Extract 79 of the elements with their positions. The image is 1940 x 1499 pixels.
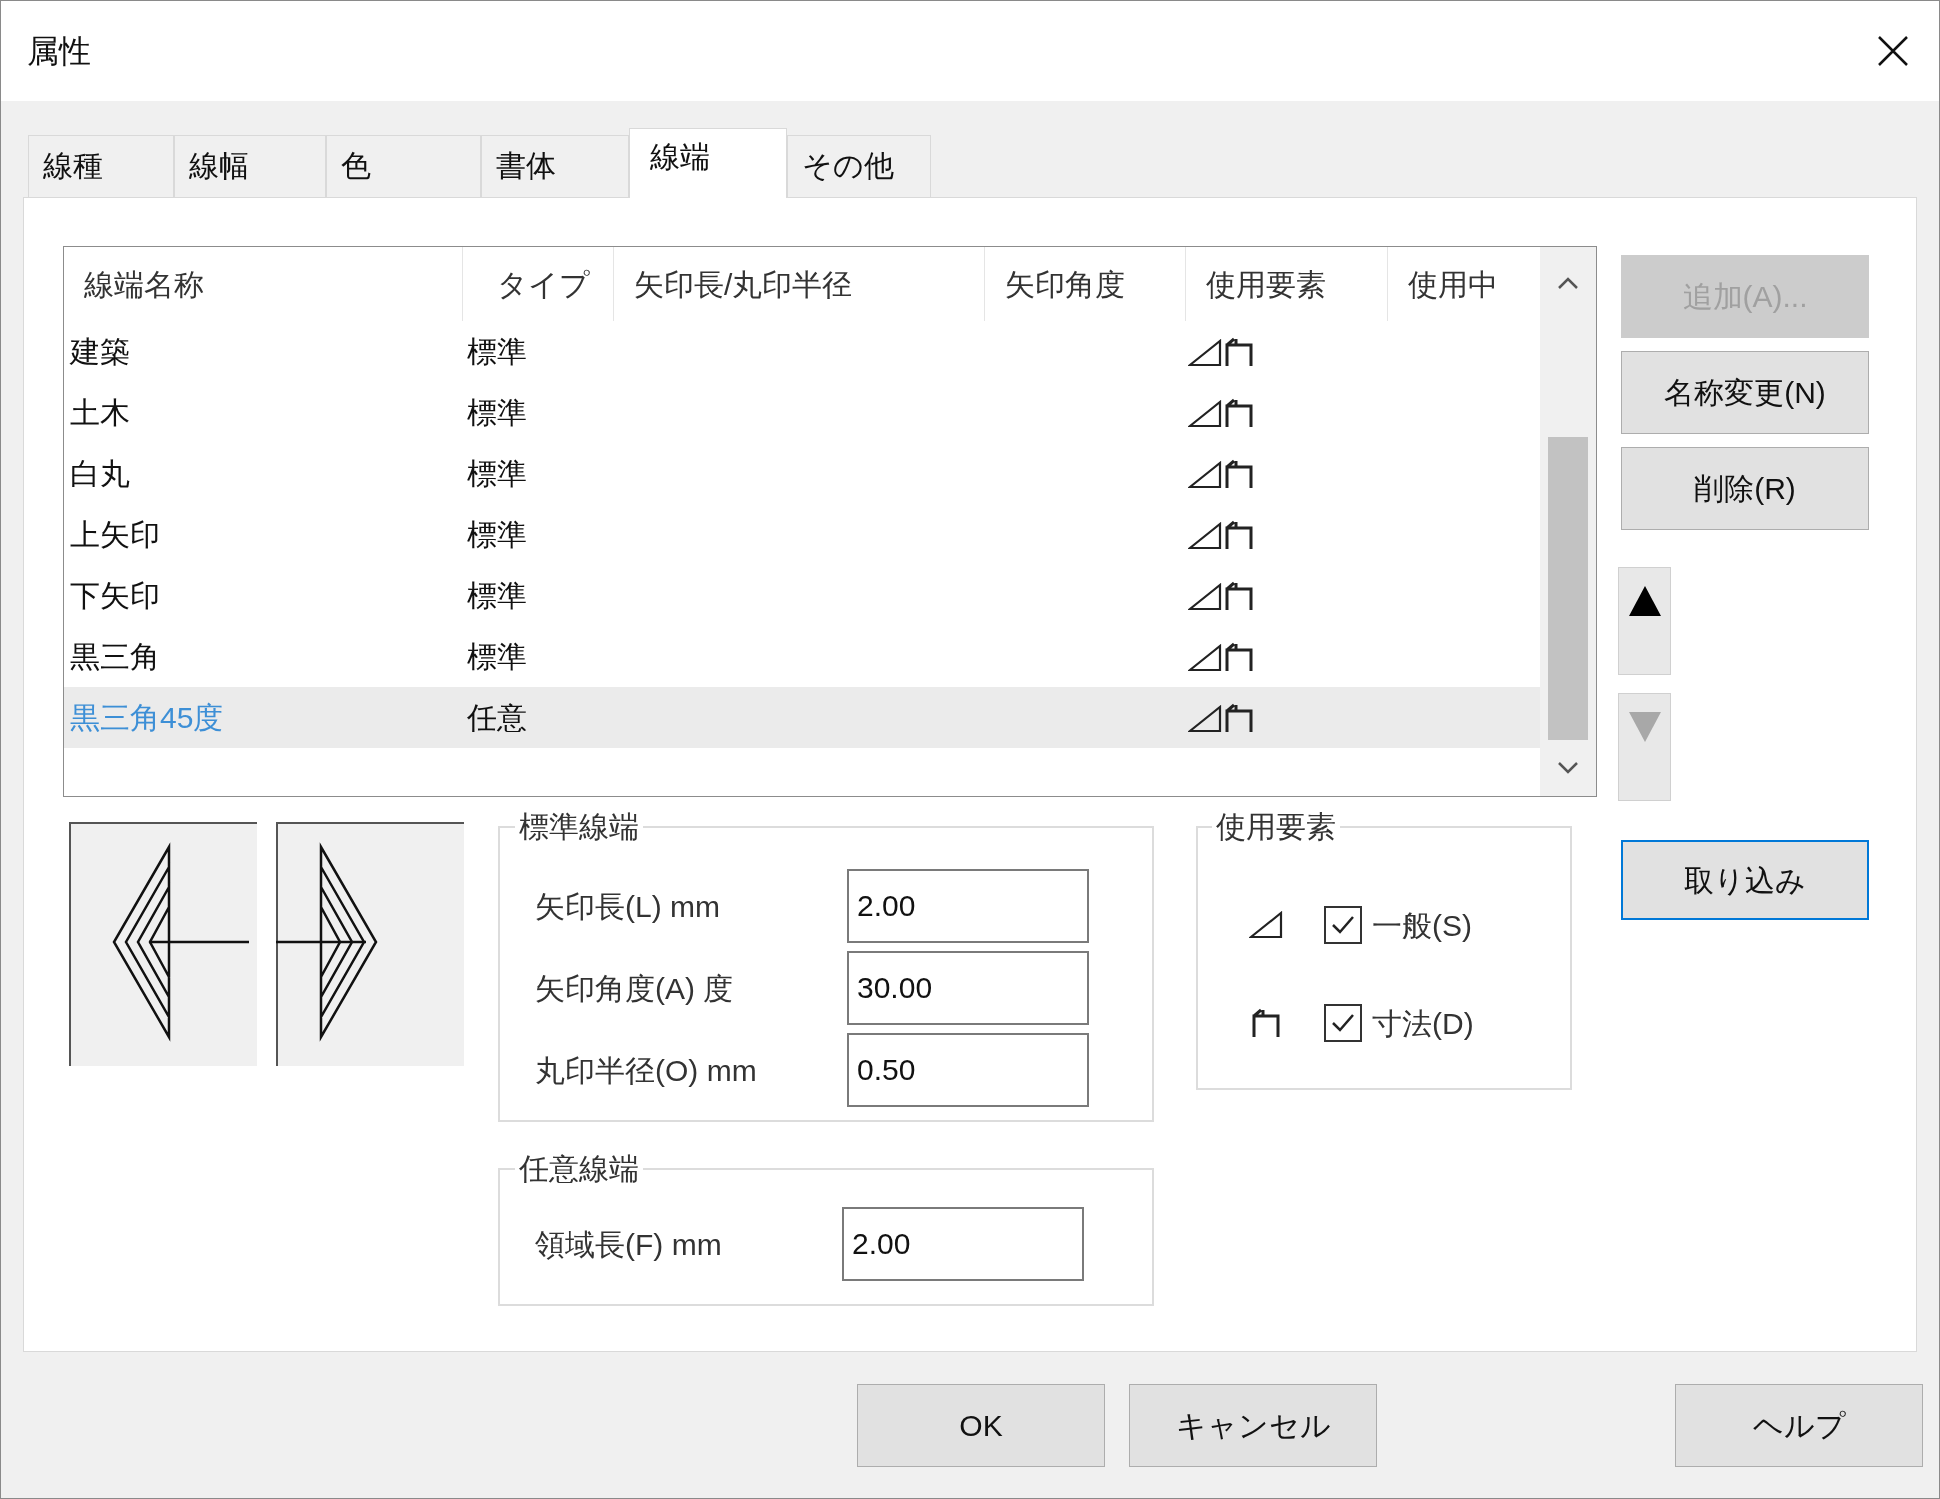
row-name: 黒三角: [69, 639, 161, 675]
row-name: 黒三角45度: [69, 700, 225, 736]
column-header[interactable]: 矢印角度: [985, 247, 1186, 321]
list-row[interactable]: 建築 標準: [64, 321, 1540, 382]
row-type: 任意: [466, 700, 528, 736]
list-row[interactable]: 上矢印 標準: [64, 504, 1540, 565]
triangle-icon: [1188, 399, 1222, 428]
tab[interactable]: 書体: [481, 135, 629, 197]
tab[interactable]: 線種: [28, 135, 174, 197]
move-up-button[interactable]: [1618, 567, 1671, 675]
up-triangle-icon: [1627, 584, 1662, 618]
tab[interactable]: その他: [787, 135, 931, 197]
list-row[interactable]: 黒三角 標準: [64, 626, 1540, 687]
bracket-icon: [1224, 519, 1254, 550]
field-label: 丸印半径(O) mm: [535, 1052, 757, 1089]
tab[interactable]: 線幅: [174, 135, 326, 197]
input-field[interactable]: 30.00: [847, 951, 1089, 1025]
checkbox-label: 寸法(D): [1372, 1005, 1474, 1042]
input-field[interactable]: 2.00: [842, 1207, 1084, 1281]
checkbox[interactable]: [1324, 906, 1362, 944]
action-button[interactable]: 名称変更(N): [1621, 351, 1869, 434]
column-header[interactable]: 使用中: [1388, 247, 1540, 321]
input-field[interactable]: 2.00: [847, 869, 1089, 943]
column-header[interactable]: タイプ: [463, 247, 614, 321]
bracket-icon: [1224, 397, 1254, 428]
list-row[interactable]: 白丸 標準: [64, 443, 1540, 504]
row-type: 標準: [466, 334, 528, 370]
input-field[interactable]: 0.50: [847, 1033, 1089, 1107]
group-title: 標準線端: [518, 809, 640, 845]
checkbox[interactable]: [1324, 1004, 1362, 1042]
bracket-icon: [1224, 336, 1254, 367]
triangle-icon: [1188, 521, 1222, 550]
tab[interactable]: 線端: [629, 128, 787, 198]
dialog-button[interactable]: OK: [857, 1384, 1105, 1467]
field-label: 領域長(F) mm: [535, 1226, 722, 1263]
bracket-icon: [1224, 641, 1254, 672]
row-name: 上矢印: [69, 517, 161, 553]
row-type: 標準: [466, 639, 528, 675]
bracket-icon: [1224, 580, 1254, 611]
row-name: 土木: [69, 395, 131, 431]
dialog-button[interactable]: ヘルプ: [1675, 1384, 1923, 1467]
scroll-down-icon[interactable]: [1556, 760, 1580, 776]
row-type: 標準: [466, 456, 528, 492]
bracket-icon: [1224, 702, 1254, 733]
bracket-icon: [1251, 1008, 1281, 1038]
field-label: 矢印角度(A) 度: [535, 970, 734, 1007]
triangle-icon: [1188, 704, 1222, 733]
column-header[interactable]: 線端名称: [64, 247, 463, 321]
list-row[interactable]: 土木 標準: [64, 382, 1540, 443]
group-title: 使用要素: [1215, 809, 1337, 845]
triangle-icon: [1188, 460, 1222, 489]
triangle-icon: [1188, 582, 1222, 611]
row-name: 下矢印: [69, 578, 161, 614]
scrollbar[interactable]: [1540, 247, 1596, 796]
row-type: 標準: [466, 517, 528, 553]
checkbox-label: 一般(S): [1372, 907, 1472, 944]
scroll-up-icon[interactable]: [1556, 275, 1580, 291]
group-title: 任意線端: [518, 1151, 640, 1187]
import-button[interactable]: 取り込み: [1621, 840, 1869, 920]
action-button[interactable]: 削除(R): [1621, 447, 1869, 530]
window-title: 属性: [27, 32, 91, 71]
scrollbar-thumb[interactable]: [1548, 437, 1588, 740]
triangle-icon: [1249, 911, 1283, 939]
down-triangle-icon: [1627, 710, 1662, 744]
list-row[interactable]: 下矢印 標準: [64, 565, 1540, 626]
close-icon[interactable]: [1877, 35, 1909, 67]
row-name: 建築: [68, 334, 131, 370]
tab[interactable]: 色: [326, 135, 481, 197]
list-row[interactable]: 黒三角45度 任意: [64, 687, 1540, 748]
row-type: 標準: [466, 578, 528, 614]
row-name: 白丸: [69, 456, 131, 492]
triangle-icon: [1188, 338, 1222, 367]
triangle-icon: [1188, 643, 1222, 672]
row-type: 標準: [466, 395, 528, 431]
column-header[interactable]: 使用要素: [1186, 247, 1388, 321]
dialog-button[interactable]: キャンセル: [1129, 1384, 1377, 1467]
field-label: 矢印長(L) mm: [535, 888, 720, 925]
column-header[interactable]: 矢印長/丸印半径: [614, 247, 985, 321]
bracket-icon: [1224, 458, 1254, 489]
